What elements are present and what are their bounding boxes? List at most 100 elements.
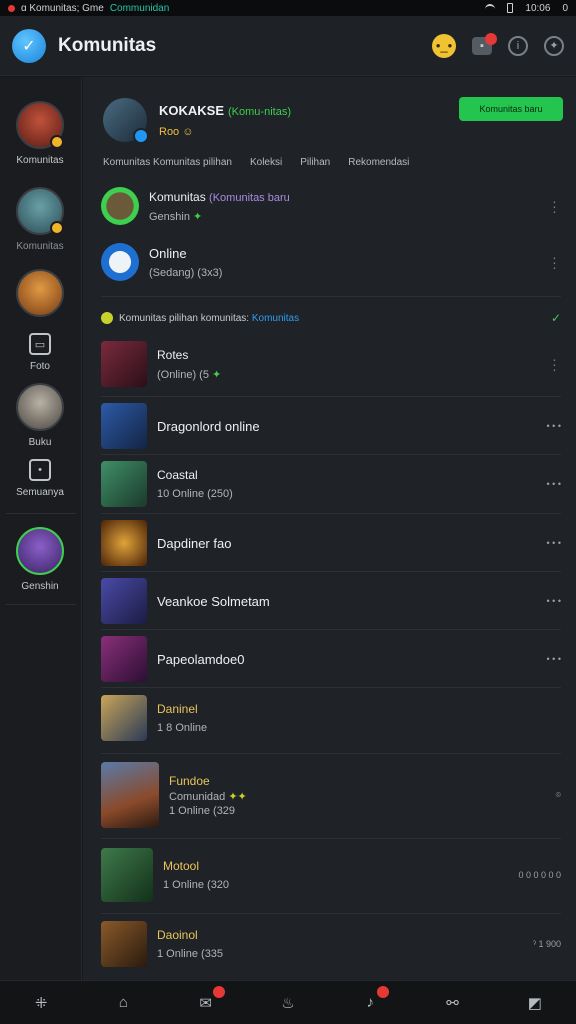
profile-sub-text: Roo: [159, 125, 180, 138]
section-prefix: Komunitas pilihan komunitas:: [119, 312, 250, 324]
row-sub: (Sedang) (3x3): [149, 266, 223, 279]
flame-icon[interactable]: ♨: [275, 990, 301, 1016]
row-title: Papeolamdoe0: [157, 651, 245, 667]
row-sub: 1 Online (320: [163, 879, 230, 891]
list-item[interactable]: Veankoe Solmetam • • •: [101, 578, 561, 624]
row-meta: • • •: [546, 596, 561, 606]
grid-icon[interactable]: ⁜: [28, 990, 54, 1016]
row-meta: ˀ 1 900: [532, 939, 561, 949]
more-icon[interactable]: · · ·: [547, 250, 561, 274]
row-title: Online: [149, 245, 187, 261]
row-title: Motool: [163, 859, 200, 873]
home-icon[interactable]: ⌂: [110, 990, 136, 1016]
list-item[interactable]: Komunitas (Komunitas baru Genshin ✦ · · ·: [101, 187, 561, 225]
page-title: Komunitas: [58, 34, 157, 56]
divider: [101, 913, 561, 914]
info-icon[interactable]: i: [508, 35, 528, 56]
profile-avatar[interactable]: [103, 98, 149, 144]
expand-icon[interactable]: ⌾: [556, 790, 561, 801]
photo-icon: ▭: [29, 333, 51, 355]
row-title: Dapdiner fao: [157, 535, 232, 551]
list-item[interactable]: Papeolamdoe0 • • •: [101, 636, 561, 682]
profile-name-text: KOKAKSE: [159, 102, 225, 118]
chevron-down-icon[interactable]: ✓: [551, 311, 561, 325]
row-title: Veankoe Solmetam: [157, 593, 270, 609]
record-icon: [8, 4, 15, 12]
tab-bar: Komunitas Komunitas pilihan Koleksi Pili…: [103, 157, 563, 168]
bell-badge: [377, 985, 390, 998]
more-icon[interactable]: · · ·: [547, 352, 561, 376]
mail-icon[interactable]: ✉: [193, 985, 225, 1016]
sidebar-item-book[interactable]: Buku: [0, 383, 80, 448]
sidebar-item-3[interactable]: [0, 269, 80, 317]
tab-1[interactable]: Komunitas Komunitas pilihan: [103, 157, 232, 168]
community-avatar: [16, 383, 64, 431]
tab-2[interactable]: Koleksi: [250, 157, 282, 168]
game-thumbnail: [101, 461, 147, 507]
inbox-icon[interactable]: ▪: [472, 32, 497, 55]
row-sub: Comunidad ✦✦: [169, 790, 247, 803]
row-sub: Genshin ✦: [149, 210, 203, 223]
game-thumbnail: [101, 636, 147, 682]
list-item[interactable]: Rotes (Online) (5 ✦ · · ·: [101, 341, 561, 387]
tab-3[interactable]: Pilihan: [300, 157, 330, 168]
profile-tag: (Komu-nitas): [228, 105, 291, 118]
mail-badge: [212, 985, 225, 998]
list-item[interactable]: Dapdiner fao • • •: [101, 520, 561, 566]
corner-icon[interactable]: ◩: [522, 990, 548, 1016]
people-icon[interactable]: ⚯: [440, 990, 466, 1016]
more-icon[interactable]: · · ·: [547, 194, 561, 218]
bell-icon[interactable]: ♪: [357, 985, 390, 1016]
sidebar-item-label: Komunitas: [16, 155, 64, 166]
sidebar-item-1[interactable]: Komunitas: [0, 101, 80, 166]
join-button[interactable]: Komunitas baru: [459, 97, 563, 121]
list-item[interactable]: Online (Sedang) (3x3) · · ·: [101, 243, 561, 281]
list-item[interactable]: Motool 1 Online (320 0 0 0 0 0 0: [101, 848, 561, 902]
list-item[interactable]: Daoinol 1 Online (335 ˀ 1 900: [101, 921, 561, 967]
row-title2: Comunidad: [169, 790, 226, 803]
sidebar-item-label: Foto: [29, 361, 50, 372]
list-item[interactable]: Daninel 1 8 Online: [101, 695, 561, 741]
sidebar-divider: [6, 513, 76, 514]
sidebar-item-photo[interactable]: ▭ Foto: [0, 333, 80, 372]
divider: [101, 454, 561, 455]
profile-name: KOKAKSE (Komu-nitas): [159, 103, 291, 118]
row-title: Daoinol: [157, 928, 198, 942]
tab-4[interactable]: Rekomendasi: [348, 157, 409, 168]
status-right-num: 0: [562, 2, 568, 14]
sidebar-item-all[interactable]: • Semuanya: [0, 459, 80, 498]
game-thumbnail: [101, 921, 147, 967]
list-item[interactable]: Dragonlord online • • •: [101, 403, 561, 449]
game-thumbnail: [101, 341, 147, 387]
row-title: Dragonlord online: [157, 418, 260, 434]
row-meta: 0 0 0 0 0 0: [518, 870, 561, 880]
settings-icon[interactable]: ✦: [544, 35, 564, 56]
list-item[interactable]: Coastal 10 Online (250) • • •: [101, 461, 561, 507]
square-icon: •: [29, 459, 51, 481]
divider: [101, 753, 561, 754]
row-title: Fundoe: [169, 773, 210, 788]
main-content: KOKAKSE (Komu-nitas) Roo ☺ Komunitas baru…: [83, 77, 576, 980]
sidebar-item-genshin[interactable]: Genshin: [0, 527, 80, 592]
row-title: Coastal: [157, 468, 198, 482]
row-title: Daninel: [157, 702, 198, 716]
game-thumbnail: [101, 695, 147, 741]
row-title: Rotes: [157, 347, 189, 362]
row-sub-text: Genshin: [149, 210, 190, 223]
battery-icon: [507, 3, 514, 13]
emoji-icon[interactable]: •_•: [432, 33, 456, 58]
sidebar-divider: [6, 604, 76, 605]
row-sub: 10 Online (250): [157, 488, 233, 500]
divider: [101, 296, 561, 297]
divider: [101, 513, 561, 514]
game-thumbnail: [101, 520, 147, 566]
check-icon: [101, 312, 113, 324]
sidebar-item-label: Genshin: [21, 581, 59, 592]
row-meta: • • •: [546, 479, 561, 489]
row-sub-text: 1 Online (329: [169, 804, 236, 817]
app-logo-icon[interactable]: ✓: [12, 28, 46, 63]
section-header[interactable]: Komunitas pilihan komunitas: Komunitas ✓: [101, 311, 561, 325]
sidebar: Komunitas Komunitas ▭ Foto Buku • Semuan…: [0, 77, 82, 980]
list-item[interactable]: Fundoe Comunidad ✦✦ 1 Online (329 ⌾: [101, 762, 561, 828]
sidebar-item-2[interactable]: Komunitas: [0, 187, 80, 252]
